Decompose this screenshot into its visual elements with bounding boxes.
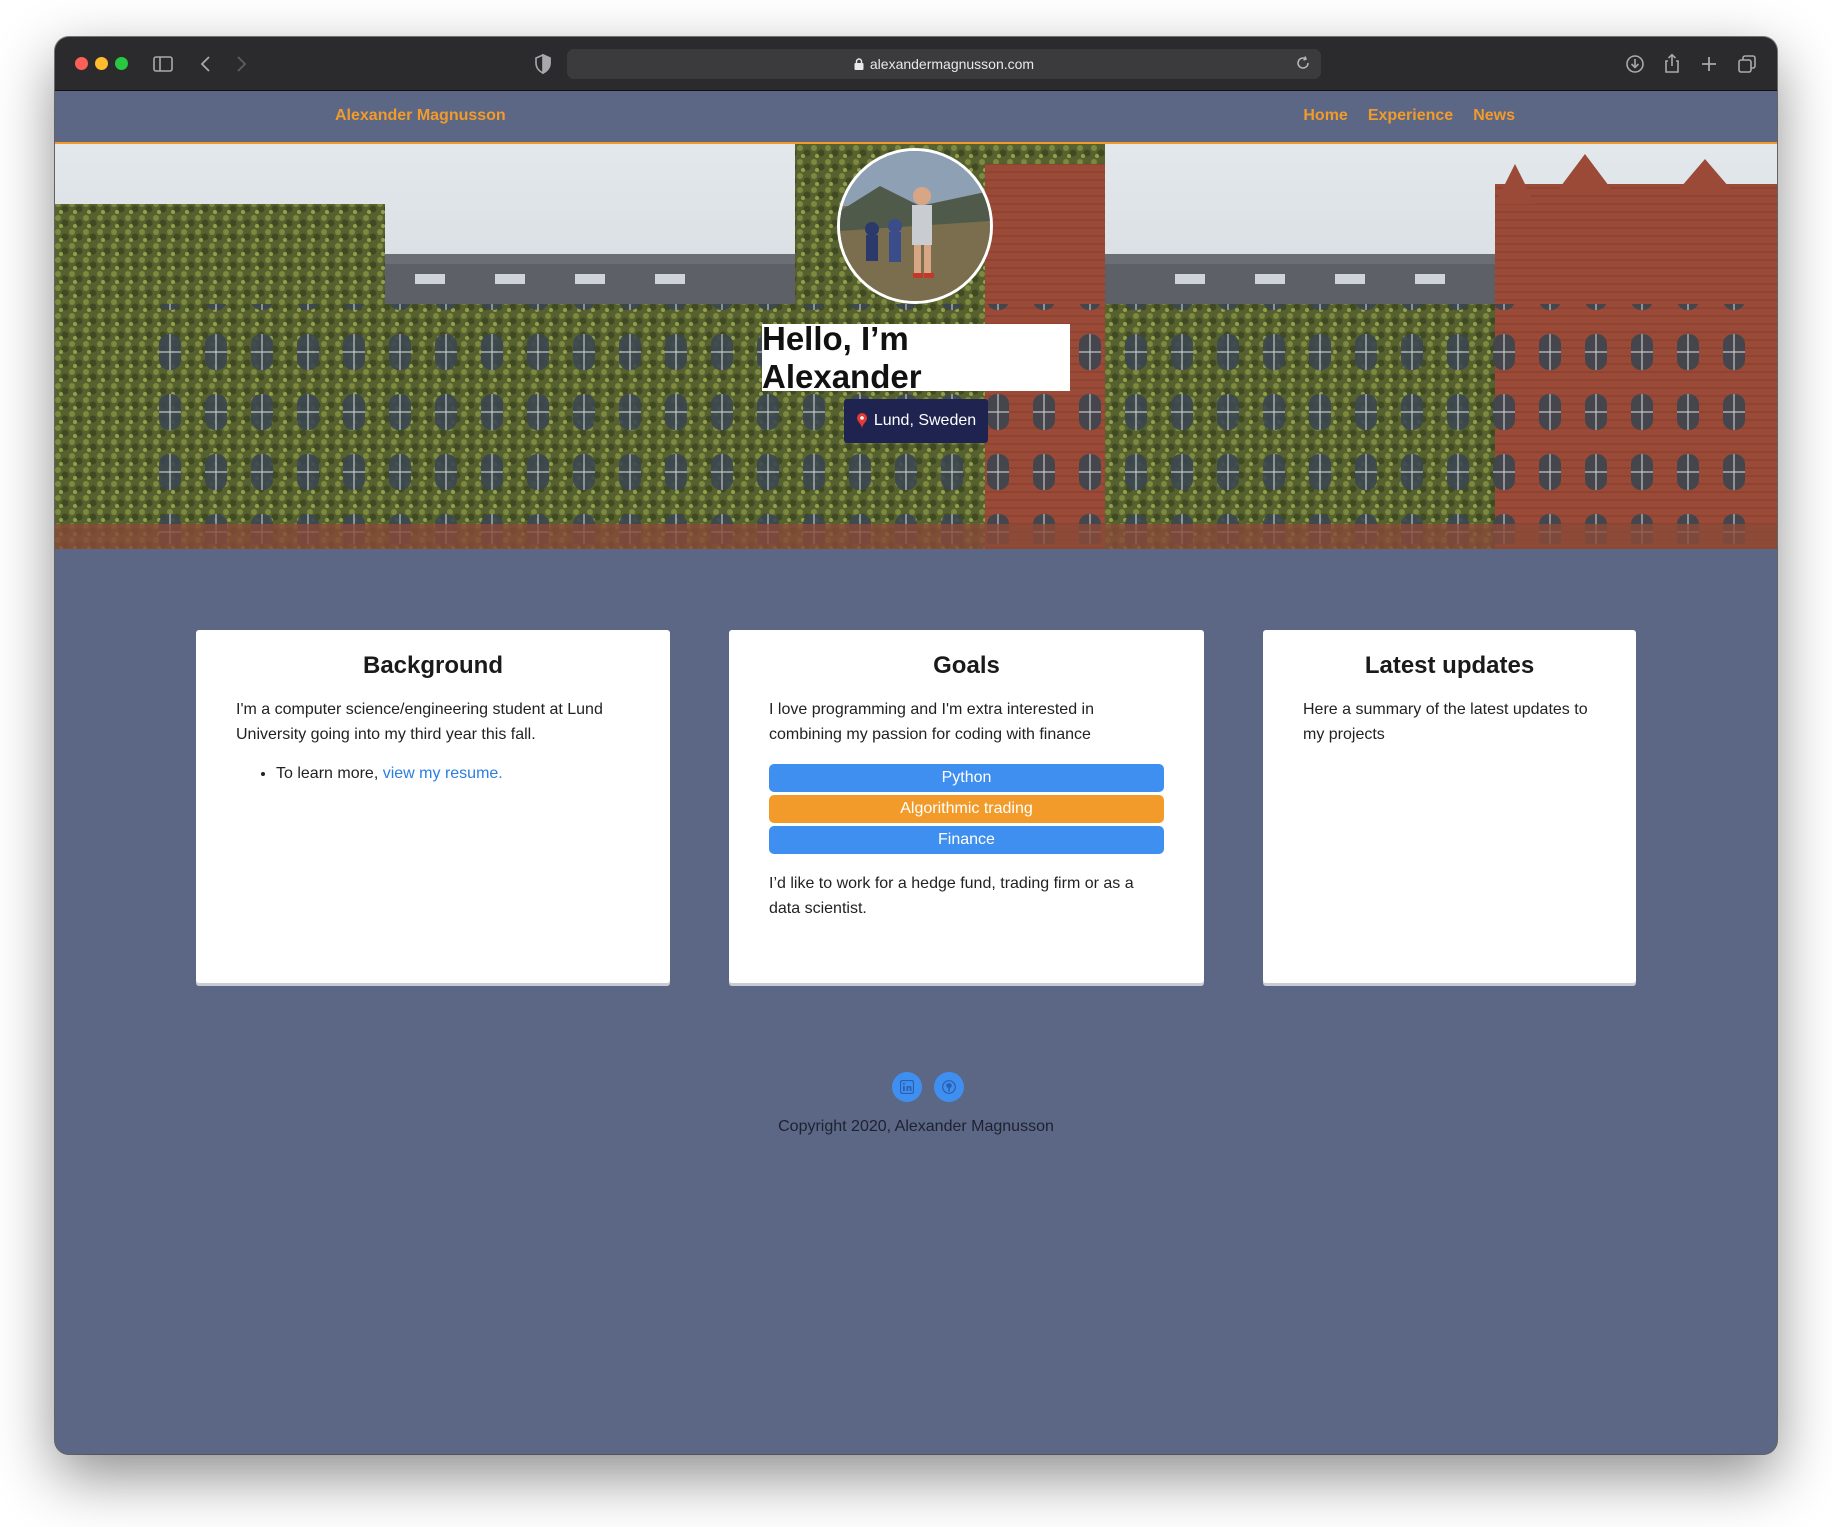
bullet-prefix: To learn more, <box>276 765 383 782</box>
hero-title: Hello, I’m Alexander <box>762 320 1070 395</box>
latest-updates-text: Here a summary of the latest updates to … <box>1303 701 1588 743</box>
github-icon[interactable] <box>934 1072 964 1102</box>
background-card: Background I'm a computer science/engine… <box>196 630 670 983</box>
latest-updates-card: Latest updates Here a summary of the lat… <box>1263 630 1636 983</box>
goals-text: I love programming and I'm extra interes… <box>769 701 1094 743</box>
zoom-window-button[interactable] <box>115 57 128 70</box>
lock-icon <box>854 58 864 70</box>
address-bar[interactable]: alexandermagnusson.com <box>567 49 1321 79</box>
background-text: I'm a computer science/engineering stude… <box>236 701 603 743</box>
site-navbar: Alexander Magnusson Home Experience News <box>55 91 1777 144</box>
background-list: To learn more, view my resume. <box>236 761 630 786</box>
avatar <box>837 148 993 304</box>
tag-python: Python <box>769 764 1164 792</box>
downloads-icon[interactable] <box>1623 52 1647 76</box>
background-title: Background <box>362 652 503 679</box>
new-tab-icon[interactable] <box>1697 52 1721 76</box>
latest-updates-title: Latest updates <box>1364 652 1535 679</box>
nav-link-home[interactable]: Home <box>1303 107 1347 125</box>
linkedin-icon[interactable] <box>892 1072 922 1102</box>
close-window-button[interactable] <box>75 57 88 70</box>
forward-icon[interactable] <box>229 52 253 76</box>
goals-title: Goals <box>933 652 1000 679</box>
sidebar-toggle-icon[interactable] <box>151 52 175 76</box>
list-item: To learn more, view my resume. <box>276 761 630 786</box>
browser-toolbar: alexandermagnusson.com <box>55 37 1777 91</box>
location-text: Lund, Sweden <box>873 412 977 429</box>
location-badge: Lund, Sweden <box>844 399 988 443</box>
back-icon[interactable] <box>194 52 218 76</box>
goals-text-2: I’d like to work for a hedge fund, tradi… <box>769 875 1134 917</box>
map-pin-icon <box>856 413 867 429</box>
interest-tags: Python Algorithmic trading Finance <box>769 764 1164 854</box>
minimize-window-button[interactable] <box>95 57 108 70</box>
url-text: alexandermagnusson.com <box>869 56 1035 72</box>
resume-link[interactable]: view my resume. <box>383 765 503 782</box>
share-icon[interactable] <box>1660 52 1684 76</box>
nav-link-news[interactable]: News <box>1473 107 1515 125</box>
tag-finance: Finance <box>769 826 1164 854</box>
copyright-text: Copyright 2020, Alexander Magnusson <box>778 1118 1054 1135</box>
hero-banner: Hello, I’m Alexander Lund, Sweden <box>55 144 1777 549</box>
tag-algorithmic-trading: Algorithmic trading <box>769 795 1164 823</box>
privacy-shield-icon[interactable] <box>531 52 555 76</box>
brand-link[interactable]: Alexander Magnusson <box>335 107 506 125</box>
nav-link-experience[interactable]: Experience <box>1368 107 1453 125</box>
browser-window: alexandermagnusson.com Alexander Magnuss… <box>55 37 1777 1454</box>
social-links <box>892 1072 964 1102</box>
tab-overview-icon[interactable] <box>1735 52 1759 76</box>
nav-links: Home Experience News <box>1303 107 1515 125</box>
goals-card: Goals I love programming and I'm extra i… <box>729 630 1204 983</box>
reload-icon[interactable] <box>1295 55 1311 71</box>
